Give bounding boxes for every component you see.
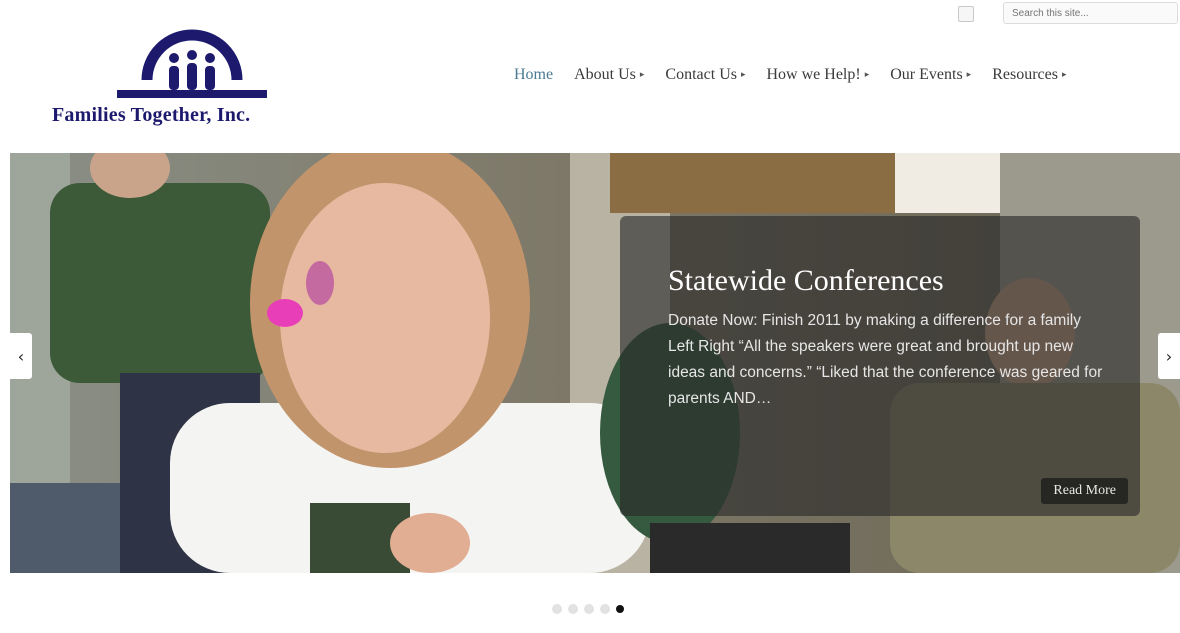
caret-right-icon: ▸ [740,69,746,79]
nav-home-label: Home [514,66,554,83]
nav-our-events[interactable]: Our Events ▸ [890,66,971,84]
slide-caption: Statewide Conferences Donate Now: Finish… [620,216,1140,516]
nav-how-we-help-label: How we Help! [766,66,861,83]
main-nav: Home About Us ▸ Contact Us ▸ How we Help! ▸… [514,66,1088,84]
caret-right-icon: ▸ [966,69,972,79]
nav-contact-us[interactable]: Contact Us ▸ [665,66,745,84]
chevron-left-icon: ‹ [17,346,25,366]
nav-contact-us-label: Contact Us [665,66,737,83]
caret-right-icon: ▸ [1061,69,1067,79]
nav-about-us-label: About Us [574,66,636,83]
top-utility-bar [0,0,1180,30]
slide-dot-5-active[interactable] [616,605,624,613]
slide-dot-2[interactable] [568,604,578,614]
caret-right-icon: ▸ [864,69,870,79]
nav-home[interactable]: Home [514,66,553,84]
slide-dot-3[interactable] [584,604,594,614]
slide-title[interactable]: Statewide Conferences [668,264,944,298]
chevron-right-icon: › [1165,346,1173,366]
nav-resources[interactable]: Resources ▸ [992,66,1066,84]
families-together-logo-icon [117,29,267,98]
nav-our-events-label: Our Events [890,66,963,83]
nav-resources-label: Resources [992,66,1058,83]
hero-slider: Statewide Conferences Donate Now: Finish… [10,153,1180,573]
search-input[interactable] [1003,2,1178,24]
slider-prev-button[interactable]: ‹ [10,333,32,379]
caret-right-icon: ▸ [639,69,645,79]
read-more-button[interactable]: Read More [1041,478,1128,504]
site-logo[interactable]: Families Together, Inc. [52,28,352,132]
slider-next-button[interactable]: › [1158,333,1180,379]
nav-about-us[interactable]: About Us ▸ [574,66,644,84]
slide-excerpt: Donate Now: Finish 2011 by making a diff… [668,312,1103,407]
slide-dot-1[interactable] [552,604,562,614]
slider-pagination [552,604,624,614]
slide-dot-4[interactable] [600,604,610,614]
logo-text: Families Together, Inc. [52,104,251,126]
nav-how-we-help[interactable]: How we Help! ▸ [767,66,870,84]
rss-icon[interactable] [958,6,974,22]
